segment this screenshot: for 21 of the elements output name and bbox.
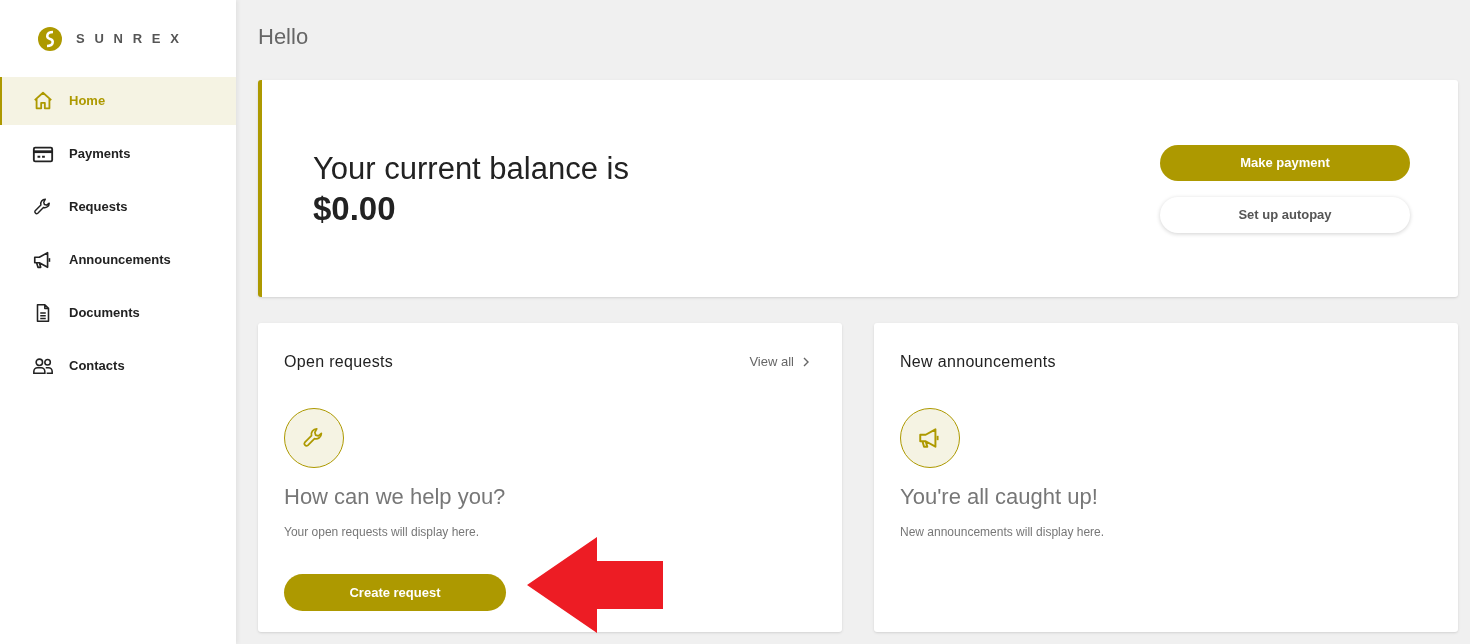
chevron-right-icon [802, 357, 810, 367]
nav-item[interactable]: Payments [0, 130, 236, 178]
empty-heading: You're all caught up! [900, 483, 1099, 511]
nav-item[interactable]: Contacts [0, 342, 236, 390]
logo-icon [38, 26, 62, 51]
card-title: Open requests [284, 352, 394, 372]
card-title: New announcements [900, 352, 1056, 372]
logo-text: SUNREX [76, 29, 189, 48]
empty-heading: How can we help you? [284, 483, 507, 511]
nav-item[interactable]: Requests [0, 183, 236, 231]
nav-item[interactable]: Documents [0, 289, 236, 337]
balance-label: Your current balance is [313, 149, 629, 188]
people-icon [32, 355, 54, 377]
balance-amount: $0.00 [313, 188, 397, 229]
view-all-link[interactable]: View all [749, 352, 810, 372]
home-icon [32, 90, 54, 112]
empty-message: New announcements will display here. [900, 524, 1106, 541]
nav-item[interactable]: Announcements [0, 236, 236, 284]
empty-message: Your open requests will display here. [284, 524, 480, 541]
page-title: Hello [258, 22, 309, 51]
autopay-button[interactable]: Set up autopay [1160, 196, 1410, 233]
